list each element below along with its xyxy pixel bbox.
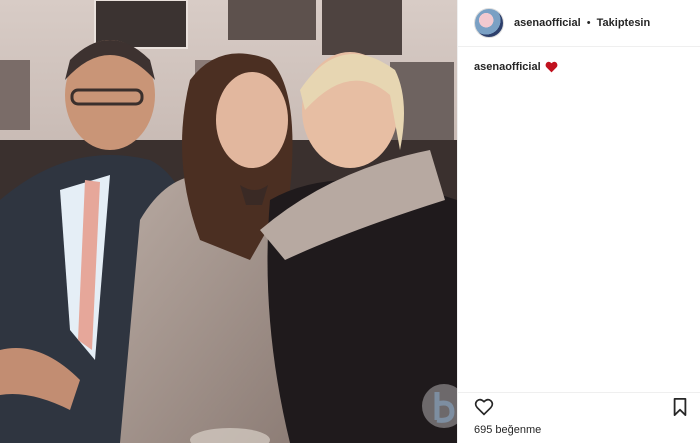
bookmark-icon[interactable] bbox=[672, 398, 688, 416]
heart-outline-icon[interactable] bbox=[474, 398, 494, 416]
photo-illustration bbox=[0, 0, 457, 443]
red-heart-icon bbox=[545, 61, 558, 73]
header-separator: • bbox=[586, 17, 591, 29]
header-username[interactable]: asenaofficial bbox=[514, 17, 581, 29]
post-actions bbox=[458, 392, 700, 421]
post-photo[interactable] bbox=[0, 0, 457, 443]
caption-username[interactable]: asenaofficial bbox=[474, 61, 541, 73]
post-caption: asenaofficial bbox=[458, 47, 700, 87]
avatar[interactable] bbox=[474, 8, 504, 38]
follow-status[interactable]: Takiptesin bbox=[597, 17, 651, 29]
header-text: asenaofficial • Takiptesin bbox=[514, 17, 650, 29]
post-side-panel: asenaofficial • Takiptesin asenaofficial… bbox=[457, 0, 700, 443]
likes-count[interactable]: 695 beğenme bbox=[474, 424, 541, 436]
post-header: asenaofficial • Takiptesin bbox=[458, 0, 700, 47]
